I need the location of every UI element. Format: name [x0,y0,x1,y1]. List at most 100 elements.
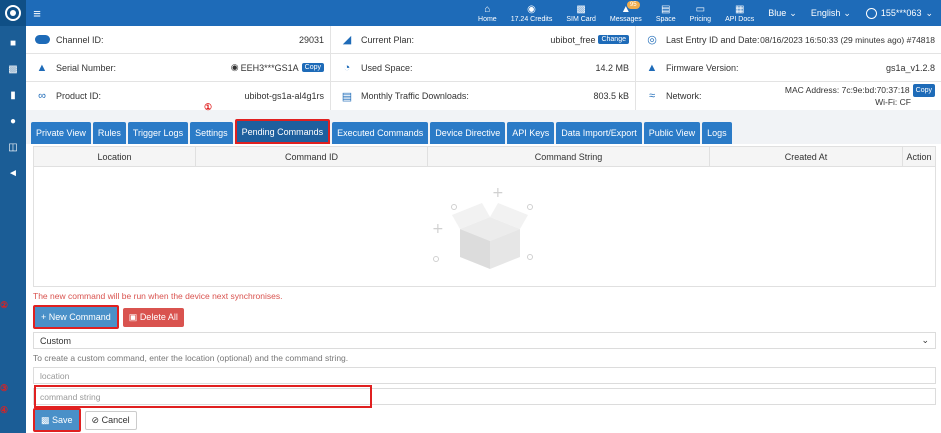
copy-serial-button[interactable]: Copy [301,63,324,72]
network-cell: ≈ Network: MAC Address: 7c:9e:bd:70:37:1… [636,82,941,110]
user-icon [865,7,877,19]
wifi-name: Wi-Fi: CF [875,97,911,107]
device-tabs: Private View Rules Trigger Logs Settings… [26,118,941,144]
tab-pending-commands[interactable]: Pending Commands [234,119,331,144]
tab-settings[interactable]: Settings [190,122,233,144]
pie-chart-icon: ◔ [343,61,351,74]
tab-rules[interactable]: Rules [92,122,126,144]
command-string-highlight [34,385,372,408]
cancel-button[interactable]: ⊘ Cancel [84,410,137,430]
tab-data-import-export[interactable]: Data Import/Export [556,122,642,144]
column-command-string[interactable]: Command String [428,147,710,166]
chart-icon[interactable]: ▩ [0,56,26,82]
pending-commands-panel: Location Command ID Command String Creat… [0,144,941,433]
tab-device-directive[interactable]: Device Directive [430,122,506,144]
location-input[interactable]: location [33,367,936,384]
column-command-id[interactable]: Command ID [196,147,428,166]
empty-box-icon: + + [432,185,533,269]
credits-icon: ◉ [527,3,536,15]
nav-api-docs[interactable]: ▦ API Docs [718,0,761,26]
last-entry-value: 08/16/2023 16:50:33 (29 minutes ago) #74… [760,34,935,45]
bookmark-icon[interactable]: ▮ [0,82,26,108]
language-dropdown[interactable]: English ⌄ [804,8,858,19]
home-icon: ⌂ [484,3,491,15]
current-plan-cell: ◢ Current Plan: ubibot_free Change [331,26,636,53]
chevron-down-icon: ⌄ [843,7,851,18]
firmware-cell: ▲ Firmware Version: gs1a_v1.2.8 [636,54,941,81]
link-icon: ∞ [38,90,46,102]
sync-note: The new command will be run when the dev… [33,291,283,301]
product-id-value: ubibot-gs1a-al4g1rs [244,91,324,101]
chevron-down-icon: ⌄ [789,7,797,18]
tab-api-keys[interactable]: API Keys [507,122,555,144]
hamburger-menu-icon[interactable]: ≡ [26,6,48,21]
eye-icon[interactable]: ◉ [231,62,239,73]
chevron-down-icon: ⌄ [921,335,929,345]
megaphone-icon[interactable]: ◄ [0,160,26,186]
left-sidebar: ■ ▩ ▮ ● ◫ ◄ [0,0,26,433]
used-space-cell: ◔ Used Space: 14.2 MB [331,54,636,81]
copy-mac-button[interactable]: Copy [912,84,935,97]
api-docs-icon: ▦ [734,3,745,15]
wifi-icon: ≈ [648,90,656,102]
pending-commands-table: Location Command ID Command String Creat… [33,146,936,287]
column-action: Action [906,151,932,162]
svg-text:+: + [492,185,504,201]
theme-dropdown[interactable]: Blue ⌄ [761,8,804,19]
last-entry-cell: ◎ Last Entry ID and Date: 08/16/2023 16:… [636,26,941,53]
upload-icon: ▲ [646,61,658,74]
tab-trigger-logs[interactable]: Trigger Logs [127,122,189,144]
tab-logs[interactable]: Logs [702,122,732,144]
delete-all-button[interactable]: ▣ Delete All [122,307,184,327]
nav-home[interactable]: ⌂ Home [471,0,504,26]
tag-icon: ◢ [342,34,352,46]
nav-pricing[interactable]: ▭ Pricing [683,0,718,26]
nav-sim-card[interactable]: ▩ SIM Card [559,0,603,26]
traffic-cell: ▤ Monthly Traffic Downloads: 803.5 kB [331,82,636,110]
column-location[interactable]: Location [34,147,196,166]
mac-address: MAC Address: 7c:9e:bd:70:37:18 [784,85,910,95]
messages-badge: 95 [626,1,640,9]
channel-id-cell: Channel ID: 29031 [26,26,331,53]
pricing-icon: ▭ [695,3,706,15]
save-button[interactable]: ▩ Save [33,408,81,432]
new-command-button[interactable]: + New Command [33,305,119,329]
tab-public-view[interactable]: Public View [643,122,701,144]
device-info-panel: Channel ID: 29031 ◢ Current Plan: ubibot… [26,26,941,110]
serial-number-cell: ▲ Serial Number: ◉ EEH3***GS1A Copy [26,54,331,81]
database-icon[interactable]: ◫ [0,134,26,160]
floppy-disk-icon: ▩ [41,414,53,425]
sim-card-icon: ▩ [576,3,586,15]
space-icon: ▤ [661,3,671,15]
command-type-select[interactable]: Custom ⌄ [33,332,936,349]
product-id-cell: ∞ Product ID: ubibot-gs1a-al4g1rs [26,82,331,110]
document-icon: ▤ [341,90,353,103]
nav-credits[interactable]: ◉ 17.24 Credits [504,0,560,26]
column-created-at[interactable]: Created At [710,147,903,166]
user-icon[interactable]: ● [0,108,26,134]
step-marker-3: ③ [0,383,9,393]
custom-command-hint: To create a custom command, enter the lo… [33,353,349,363]
tab-executed-commands[interactable]: Executed Commands [332,122,429,144]
table-header: Location Command ID Command String Creat… [34,147,935,167]
step-marker-2: ② [0,300,9,310]
chevron-down-icon: ⌄ [925,7,933,18]
form-actions: ▩ Save ⊘ Cancel [33,408,137,432]
svg-text:+: + [432,221,444,237]
plus-icon: + [41,312,49,322]
serial-number-value: EEH3***GS1A [240,62,299,73]
user-menu[interactable]: 155***063 ⌄ [858,7,941,19]
globe-icon: ◎ [647,34,657,46]
home-icon[interactable]: ■ [0,30,26,56]
nav-messages[interactable]: ▲ 95 Messages [603,0,649,26]
logo-icon[interactable] [0,0,26,26]
step-marker-1: ① [204,102,213,112]
traffic-value: 803.5 kB [593,91,629,101]
satellite-icon: ▲ [36,61,48,74]
cloud-icon [34,33,50,47]
change-plan-button[interactable]: Change [598,35,629,44]
nav-space[interactable]: ▤ Space [649,0,683,26]
tab-private-view[interactable]: Private View [31,122,91,144]
top-navbar: ≡ ⌂ Home ◉ 17.24 Credits ▩ SIM Card ▲ 95 Mess… [26,0,941,26]
firmware-value: gs1a_v1.2.8 [885,62,935,73]
